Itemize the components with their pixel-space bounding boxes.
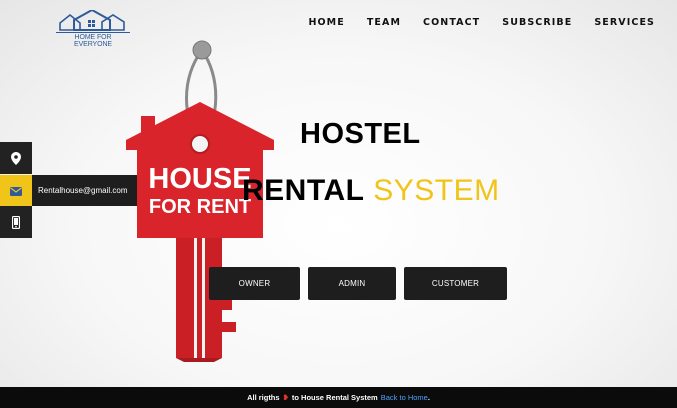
nav-contact[interactable]: CONTACT — [423, 17, 480, 28]
sidebar-location[interactable] — [0, 142, 32, 174]
site-logo[interactable]: HOME FOR EVERYONE — [56, 10, 130, 48]
main-nav: HOME TEAM CONTACT SUBSCRIBE SERVICES — [308, 17, 655, 28]
hero-word-rental: RENTAL — [242, 174, 365, 207]
footer-end: . — [427, 393, 430, 402]
sidebar-email-label[interactable]: Rentalhouse@gmail.com — [32, 175, 137, 206]
admin-button[interactable]: ADMIN — [308, 267, 396, 300]
hero-title-line2: RENTAL SYSTEM — [242, 174, 500, 208]
envelope-icon — [10, 186, 22, 196]
owner-button[interactable]: OWNER — [209, 267, 300, 300]
key-sign-line1: HOUSE — [148, 163, 251, 195]
footer: All rigths ❥ to House Rental System Back… — [0, 387, 677, 408]
house-logo-icon — [59, 10, 125, 31]
heart-icon: ❥ — [282, 393, 289, 402]
customer-button[interactable]: CUSTOMER — [404, 267, 507, 300]
nav-subscribe[interactable]: SUBSCRIBE — [502, 17, 572, 28]
sidebar-email[interactable] — [0, 175, 32, 207]
sidebar-phone[interactable] — [0, 206, 32, 238]
nav-team[interactable]: TEAM — [367, 17, 401, 28]
hero-title-line1: HOSTEL — [300, 118, 421, 150]
footer-text-after: to House Rental System — [291, 393, 378, 402]
location-pin-icon — [11, 151, 21, 165]
nav-services[interactable]: SERVICES — [594, 17, 655, 28]
back-to-home-link[interactable]: Back to Home — [381, 393, 428, 402]
hero-word-system: SYSTEM — [373, 174, 500, 207]
key-sign-line2: FOR RENT — [149, 196, 251, 218]
mobile-phone-icon — [12, 215, 20, 229]
footer-text-before: All rigths — [247, 393, 280, 402]
nav-home[interactable]: HOME — [308, 17, 344, 28]
